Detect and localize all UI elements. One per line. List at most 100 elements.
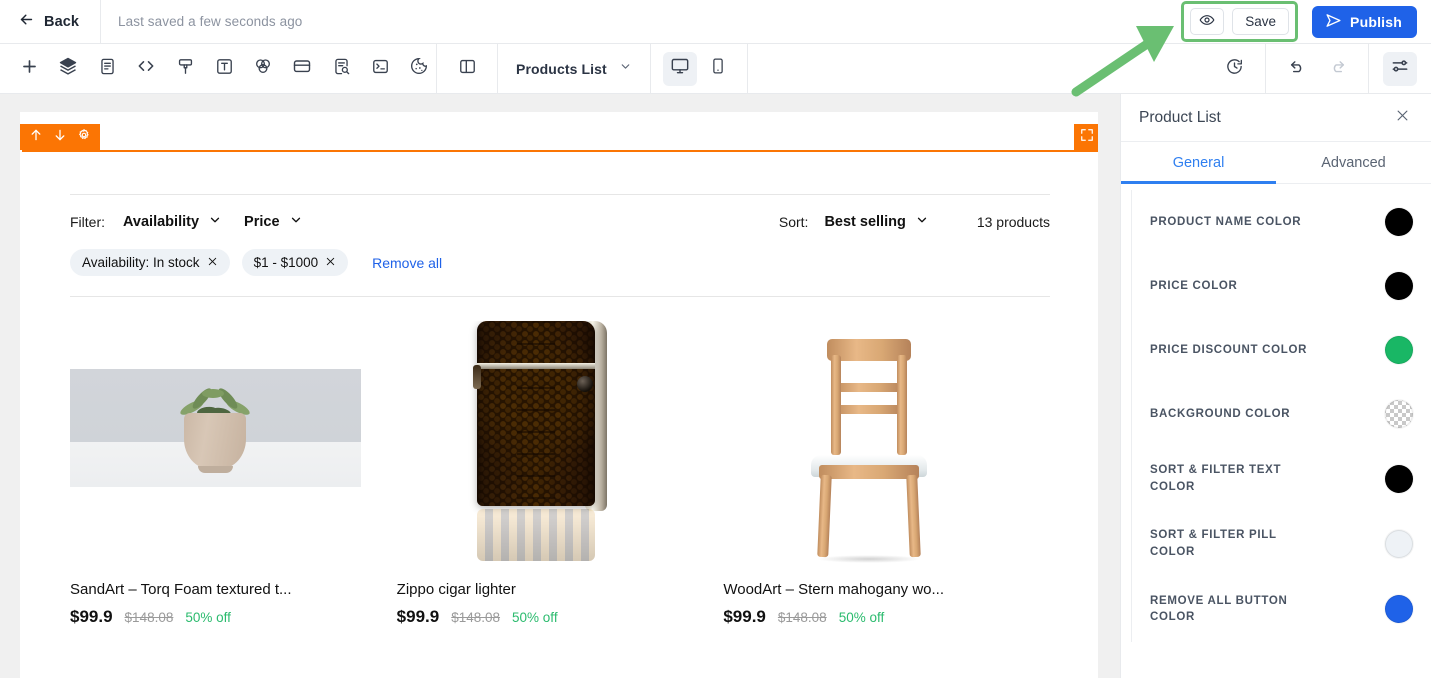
chair-mid-rail-1	[834, 383, 903, 392]
cards-button[interactable]	[285, 52, 319, 86]
sort-dropdown[interactable]: Best selling	[824, 213, 928, 231]
add-element-button[interactable]	[12, 52, 46, 86]
product-compare-price: $148.08	[124, 610, 174, 625]
filter-pill-availability[interactable]: Availability: In stock	[70, 249, 230, 276]
product-name[interactable]: Zippo cigar lighter	[397, 581, 688, 598]
typography-button[interactable]	[207, 52, 241, 86]
move-down-button[interactable]	[48, 125, 72, 149]
product-card[interactable]: SandArt – Torq Foam textured t... $99.9 …	[70, 321, 397, 627]
tab-general[interactable]: General	[1121, 142, 1276, 184]
element-settings-toggle[interactable]	[1383, 51, 1417, 86]
chair-back-post-right	[896, 355, 907, 455]
seo-button[interactable]	[324, 52, 358, 86]
settings-panel-title: Product List	[1139, 108, 1221, 126]
active-filter-pills: Availability: In stock $1 - $1000 Remove	[70, 231, 1050, 296]
close-icon[interactable]	[325, 256, 336, 269]
back-button[interactable]: Back	[0, 0, 100, 44]
panel-toggle-button[interactable]	[450, 52, 484, 86]
layers-button[interactable]	[51, 52, 85, 86]
product-price: $99.9	[70, 607, 113, 626]
canvas-page[interactable]: Filter: Availability Price Sort: Best se…	[20, 112, 1098, 678]
setting-label: Price color	[1150, 279, 1238, 292]
product-image[interactable]	[70, 321, 361, 571]
chair-mid-rail-2	[834, 405, 903, 414]
color-swatch[interactable]	[1385, 336, 1413, 364]
lighter-lid-seam	[477, 363, 595, 369]
product-image[interactable]	[723, 321, 1014, 571]
arrow-left-icon	[18, 11, 35, 33]
theme-brush-button[interactable]	[168, 52, 202, 86]
potted-succulent-plant-image	[70, 369, 361, 487]
settings-panel-body: Product name color Price color Price dis…	[1121, 184, 1431, 674]
move-up-button[interactable]	[24, 125, 48, 149]
send-icon	[1325, 12, 1342, 32]
settings-panel-tabs: General Advanced	[1121, 142, 1431, 184]
publish-button[interactable]: Publish	[1312, 5, 1417, 38]
filter-pill-price[interactable]: $1 - $1000	[241, 249, 349, 276]
close-icon[interactable]	[207, 256, 218, 269]
setting-remove-all-button-color: Remove all button color	[1132, 577, 1431, 642]
preview-button[interactable]	[1190, 8, 1225, 35]
save-button[interactable]: Save	[1232, 8, 1290, 35]
undo-button[interactable]	[1280, 52, 1314, 86]
color-swatch[interactable]	[1385, 208, 1413, 236]
setting-product-name-color: Product name color	[1132, 190, 1431, 254]
expand-element-button[interactable]	[1074, 124, 1098, 150]
eye-icon	[1199, 12, 1215, 31]
plant-pot	[184, 413, 247, 473]
mobile-view-button[interactable]	[701, 52, 735, 86]
color-swatch[interactable]	[1385, 272, 1413, 300]
product-count: 13 products	[976, 214, 1050, 230]
undo-redo-group	[1266, 52, 1368, 86]
colors-button[interactable]	[246, 52, 280, 86]
product-name[interactable]: SandArt – Torq Foam textured t...	[70, 581, 361, 598]
arrow-up-icon	[29, 128, 43, 147]
color-swatch[interactable]	[1385, 595, 1413, 624]
pages-button[interactable]	[90, 52, 124, 86]
tab-advanced[interactable]: Advanced	[1276, 142, 1431, 183]
color-swatch[interactable]	[1385, 464, 1413, 493]
filter-dropdown-availability[interactable]: Availability	[123, 213, 222, 231]
product-list-block[interactable]: Filter: Availability Price Sort: Best se…	[22, 152, 1098, 678]
redo-button[interactable]	[1320, 52, 1354, 86]
color-swatch[interactable]	[1385, 400, 1413, 428]
element-settings-button[interactable]	[72, 125, 96, 149]
chair-front-leg-right	[905, 474, 921, 558]
setting-label: Price discount color	[1150, 343, 1308, 356]
setting-label: Product name color	[1150, 215, 1302, 228]
divider	[746, 43, 748, 94]
color-swatch[interactable]	[1385, 530, 1413, 559]
canvas-area[interactable]: Filter: Availability Price Sort: Best se…	[0, 94, 1120, 678]
version-history-button[interactable]	[1217, 52, 1251, 86]
editor-toolbar: Products List	[0, 43, 1431, 94]
desktop-view-button[interactable]	[662, 51, 697, 86]
sort-value: Best selling	[824, 214, 906, 230]
product-discount: 50% off	[838, 610, 885, 625]
product-image[interactable]	[397, 321, 688, 571]
filter-dropdown-price[interactable]: Price	[244, 213, 302, 231]
product-compare-price: $148.08	[451, 610, 501, 625]
crocodile-texture	[477, 321, 595, 506]
product-card[interactable]: Zippo cigar lighter $99.9 $148.08 50% of…	[397, 321, 724, 627]
remove-all-link[interactable]: Remove all	[372, 255, 442, 271]
product-card[interactable]: WoodArt – Stern mahogany wo... $99.9 $14…	[723, 321, 1050, 627]
wooden-chair-image	[809, 335, 929, 565]
plus-icon	[20, 57, 39, 81]
publish-label: Publish	[1350, 13, 1402, 30]
custom-code-button[interactable]	[129, 52, 163, 86]
product-name[interactable]: WoodArt – Stern mahogany wo...	[723, 581, 1014, 598]
setting-sort-filter-pill-color: Sort & filter pill color	[1132, 511, 1431, 576]
close-panel-button[interactable]	[1391, 107, 1413, 129]
toolbar-left-tools	[0, 52, 436, 86]
product-price: $99.9	[723, 607, 766, 626]
toolbar-right-tools	[1203, 43, 1431, 94]
clock-history-icon	[1225, 57, 1244, 81]
console-button[interactable]	[363, 52, 397, 86]
filter-controls: Filter: Availability Price	[70, 213, 325, 231]
product-compare-price: $148.08	[777, 610, 827, 625]
monitor-icon	[670, 56, 690, 81]
page-selector[interactable]: Products List	[498, 44, 650, 94]
product-price-row: $99.9 $148.08 50% off	[723, 607, 1014, 627]
close-icon	[1395, 108, 1410, 128]
cookies-button[interactable]	[402, 52, 436, 86]
